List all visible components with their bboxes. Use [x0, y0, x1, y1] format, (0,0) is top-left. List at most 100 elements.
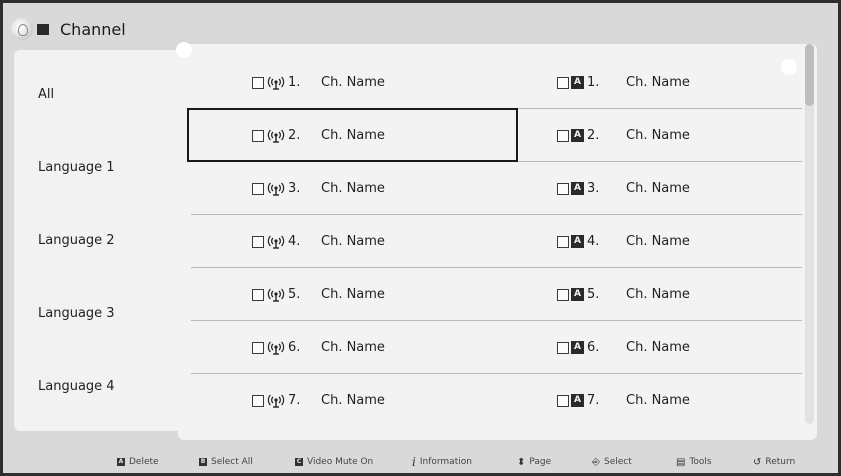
scrollbar-thumb[interactable]	[805, 44, 814, 106]
channel-name: Ch. Name	[626, 128, 690, 143]
checkbox[interactable]	[557, 235, 569, 248]
channel-number: 5.	[587, 287, 600, 302]
checkbox[interactable]	[557, 341, 569, 354]
checkbox[interactable]	[252, 182, 264, 195]
antenna-icon	[267, 76, 285, 90]
channel-row: 1. Ch. Name A 1. Ch. Name	[178, 56, 802, 109]
analog-a-icon: A	[571, 341, 584, 354]
return-icon: ↺	[753, 456, 762, 468]
channel-row: 5. Ch. Name A 5. Ch. Name	[178, 268, 802, 321]
analog-a-icon: A	[571, 182, 584, 195]
footer-select-label: Select	[604, 457, 632, 467]
checkbox[interactable]	[252, 288, 264, 301]
tools-icon: ▤	[676, 456, 686, 468]
footer-tools[interactable]: ▤ Tools	[676, 452, 712, 472]
channel-name: Ch. Name	[626, 181, 690, 196]
channel-number: 3.	[288, 181, 301, 196]
checkbox[interactable]	[557, 394, 569, 407]
channel-list-panel: 1. Ch. Name A 1. Ch. Name 2. Ch. Name A 2. Ch. Na…	[176, 42, 817, 440]
channel-item[interactable]: 7. Ch. Name	[252, 374, 385, 427]
channel-number: 7.	[587, 393, 600, 408]
channel-name: Ch. Name	[626, 287, 690, 302]
channel-name: Ch. Name	[626, 234, 690, 249]
category-item-language-4[interactable]: Language 4	[38, 379, 115, 394]
antenna-icon	[267, 341, 285, 355]
checkbox[interactable]	[252, 341, 264, 354]
antenna-icon	[267, 288, 285, 302]
scrollbar[interactable]	[805, 44, 814, 424]
key-b-icon: B	[199, 458, 207, 466]
channel-number: 5.	[288, 287, 301, 302]
footer-select-all-label: Select All	[211, 457, 253, 467]
analog-a-icon: A	[571, 288, 584, 301]
channel-name: Ch. Name	[626, 340, 690, 355]
analog-a-icon: A	[571, 76, 584, 89]
analog-a-icon: A	[571, 235, 584, 248]
channel-row: 7. Ch. Name A 7. Ch. Name	[178, 374, 802, 427]
checkbox[interactable]	[557, 182, 569, 195]
key-c-icon: C	[295, 458, 303, 466]
channel-name: Ch. Name	[321, 287, 385, 302]
channel-item[interactable]: A 3. Ch. Name	[557, 162, 690, 215]
channel-number: 6.	[587, 340, 600, 355]
footer-select[interactable]: ⎆ Select	[592, 452, 632, 472]
channel-item[interactable]: A 7. Ch. Name	[557, 374, 690, 427]
antenna-icon	[267, 182, 285, 196]
footer-return[interactable]: ↺ Return	[753, 452, 795, 472]
channel-item[interactable]: A 1. Ch. Name	[557, 56, 690, 109]
channel-number: 4.	[587, 234, 600, 249]
header: Channel	[11, 14, 126, 44]
footer-return-label: Return	[765, 457, 796, 467]
category-item-language-3[interactable]: Language 3	[38, 306, 115, 321]
channel-item[interactable]: A 2. Ch. Name	[557, 109, 690, 162]
channel-item[interactable]: 6. Ch. Name	[252, 321, 385, 374]
checkbox[interactable]	[557, 76, 569, 89]
footer-select-all[interactable]: B Select All	[199, 452, 253, 472]
channel-screen: Channel All Language 1 Language 2 Langua…	[0, 0, 841, 476]
footer-help-bar: A Delete B Select All C Video Mute On i …	[3, 452, 838, 472]
channel-item[interactable]: A 4. Ch. Name	[557, 215, 690, 268]
channel-square-icon	[37, 23, 49, 35]
antenna-icon	[267, 235, 285, 249]
footer-information[interactable]: i Information	[412, 452, 472, 472]
channel-number: 6.	[288, 340, 301, 355]
page-title: Channel	[60, 19, 126, 39]
channel-name: Ch. Name	[321, 75, 385, 90]
category-item-all[interactable]: All	[38, 87, 54, 102]
footer-delete[interactable]: A Delete	[117, 452, 159, 472]
checkbox[interactable]	[557, 129, 569, 142]
footer-tools-label: Tools	[689, 457, 712, 467]
analog-a-icon: A	[571, 394, 584, 407]
channel-number: 7.	[288, 393, 301, 408]
channel-item[interactable]: 5. Ch. Name	[252, 268, 385, 321]
info-icon: i	[412, 455, 416, 469]
smart-hub-icon	[11, 18, 33, 40]
checkbox[interactable]	[252, 394, 264, 407]
channel-row: 4. Ch. Name A 4. Ch. Name	[178, 215, 802, 268]
category-item-language-1[interactable]: Language 1	[38, 160, 115, 175]
category-item-language-2[interactable]: Language 2	[38, 233, 115, 248]
channel-name: Ch. Name	[626, 393, 690, 408]
category-panel: All Language 1 Language 2 Language 3 Lan…	[14, 50, 184, 431]
checkbox[interactable]	[252, 235, 264, 248]
channel-number: 1.	[288, 75, 301, 90]
key-a-icon: A	[117, 458, 125, 466]
channel-item[interactable]: 3. Ch. Name	[252, 162, 385, 215]
channel-name: Ch. Name	[321, 393, 385, 408]
channel-item[interactable]: A 5. Ch. Name	[557, 268, 690, 321]
channel-item[interactable]: A 6. Ch. Name	[557, 321, 690, 374]
footer-information-label: Information	[419, 457, 472, 467]
antenna-icon	[267, 394, 285, 408]
channel-item[interactable]: 4. Ch. Name	[252, 215, 385, 268]
channel-row: 3. Ch. Name A 3. Ch. Name	[178, 162, 802, 215]
footer-page[interactable]: ⬍ Page	[517, 452, 551, 472]
channel-number: 3.	[587, 181, 600, 196]
channel-number: 4.	[288, 234, 301, 249]
channel-item[interactable]: 1. Ch. Name	[252, 56, 385, 109]
enter-icon: ⎆	[592, 456, 600, 468]
footer-video-mute-label: Video Mute On	[307, 457, 374, 467]
footer-video-mute[interactable]: C Video Mute On	[295, 452, 373, 472]
channel-name: Ch. Name	[626, 75, 690, 90]
checkbox[interactable]	[557, 288, 569, 301]
checkbox[interactable]	[252, 76, 264, 89]
